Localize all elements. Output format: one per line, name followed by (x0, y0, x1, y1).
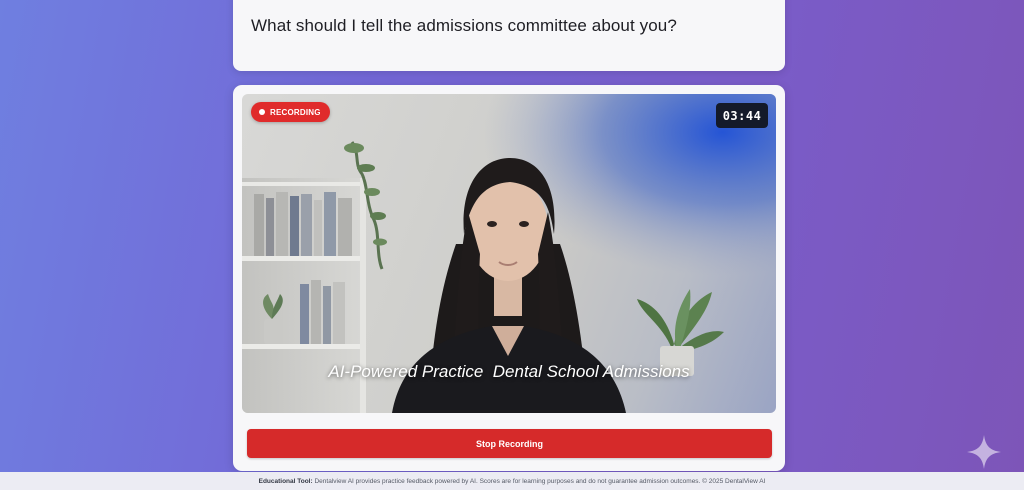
video-caption: AI-Powered Practice Dental School Admiss… (328, 362, 690, 381)
question-text: What should I tell the admissions commit… (251, 16, 677, 35)
footer-text: Dentalview AI provides practice feedback… (314, 477, 766, 485)
record-dot-icon (259, 109, 265, 115)
video-card: RECORDING 03:44 AI-Powered Practice Dent… (233, 85, 785, 471)
recording-badge: RECORDING (251, 102, 330, 122)
footer-label: Educational Tool: (258, 477, 313, 485)
question-card: What should I tell the admissions commit… (233, 0, 785, 71)
recording-timer: 03:44 (716, 103, 768, 128)
stop-recording-button[interactable]: Stop Recording (247, 429, 772, 458)
video-preview: RECORDING 03:44 AI-Powered Practice Dent… (242, 94, 776, 413)
sparkle-icon (967, 435, 1001, 469)
footer-disclaimer: Educational Tool: Dentalview AI provides… (0, 472, 1024, 490)
recording-label: RECORDING (270, 107, 321, 117)
